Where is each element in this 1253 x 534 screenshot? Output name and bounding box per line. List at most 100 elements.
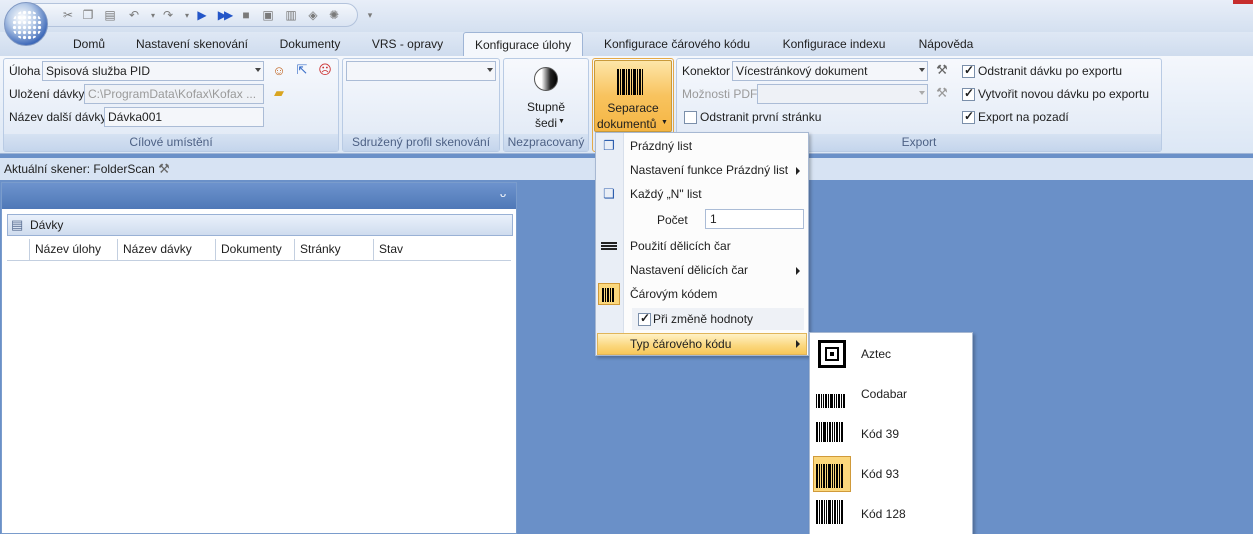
column-header-job-name[interactable]: Název úlohy [30,239,118,261]
wrench-icon[interactable]: ⚒ [933,61,951,79]
undo-dropdown-icon[interactable]: ▾ [145,7,161,23]
menu-item-patch-code-settings[interactable]: Nastavení dělicích čar [630,263,748,277]
code93-icon [816,460,850,488]
remove-batch-checkbox[interactable] [962,63,975,78]
grayscale-label-line1: Stupně [526,100,566,114]
close-button[interactable] [1233,0,1253,4]
barcode-type-code39[interactable]: Kód 39 [861,427,899,441]
codabar-icon [816,380,850,408]
tab-barcode-configuration[interactable]: Konfigurace čárového kódu [592,32,762,56]
column-header-status[interactable]: Stav [374,239,511,261]
redo-icon[interactable]: ↷ [160,7,176,23]
pin-icon[interactable]: ᴗ [500,188,506,200]
separation-label-line1: Separace [607,101,659,115]
column-header-batch-name[interactable]: Název dávky [118,239,216,261]
grayscale-button[interactable]: Stupně šedi ▼ [505,60,587,132]
scan-icon[interactable]: ▣ [260,7,276,23]
menu-item-use-patch-codes[interactable]: Použití dělicích čar [630,239,731,253]
undo-icon[interactable]: ↶ [126,7,142,23]
job-select[interactable]: Spisová služba PID [42,61,264,81]
on-value-change-checkbox[interactable] [638,311,651,326]
tab-home[interactable]: Domů [58,32,120,56]
blank-page-icon: ❐ [603,138,615,153]
app-logo-icon [12,10,42,40]
remove-first-page-checkbox[interactable] [684,111,697,124]
on-value-change-label: Při změně hodnoty [653,312,754,326]
tab-help[interactable]: Nápověda [906,32,986,56]
batch-panel-caption: ▤ Dávky [7,214,513,236]
document-separation-button[interactable]: Separace dokumentů ▼ [594,60,672,132]
barcode-type-code93[interactable]: Kód 93 [861,467,899,481]
tab-vrs[interactable]: VRS - opravy [360,32,455,56]
user-remove-icon[interactable]: ☹ [316,61,334,79]
tools-icon[interactable]: ◈ [305,7,321,23]
code39-icon [816,414,850,442]
current-scanner-label: Aktuální skener: FolderScan [4,162,155,176]
copy-icon[interactable]: ❐ [80,7,96,23]
background-export-checkbox[interactable] [962,109,975,124]
aztec-center-icon [830,352,834,356]
scanner-settings-icon[interactable]: ⚒ [155,160,173,178]
application-menu-button[interactable] [4,2,48,46]
create-new-batch-label: Vytvořit novou dávku po exportu [978,87,1149,101]
column-header-documents[interactable]: Dokumenty [216,239,295,261]
menu-item-by-barcode[interactable]: Čárovým kódem [630,287,717,301]
batches-title: Dávky [30,218,64,232]
wrench-icon[interactable]: ⚒ [933,84,951,102]
submenu-arrow-icon [796,267,800,275]
next-batch-label: Název další dávky [9,110,107,124]
connector-value: Vícestránkový dokument [736,64,868,78]
fast-forward-icon[interactable]: ▶▶ [216,7,233,23]
pdf-options-label: Možnosti PDF [682,87,758,101]
play-icon[interactable]: ▶ [194,7,210,23]
remove-first-page-label: Odstranit první stránku [700,110,822,124]
separation-label-line2: dokumentů [597,117,657,131]
batch-save-label: Uložení dávky [9,87,85,101]
document-icon[interactable]: ▥ [283,7,299,23]
paste-icon[interactable]: ▤ [102,7,118,23]
stop-icon[interactable]: ■ [238,7,254,23]
column-header-pages[interactable]: Stránky [295,239,374,261]
batch-panel: ᴗ ▤ Dávky Název úlohy Název dávky Dokume… [1,182,517,534]
barcode-type-code128[interactable]: Kód 128 [861,507,906,521]
select-pointer-icon[interactable]: ⇱ [293,61,311,79]
barcode-separation-icon [598,283,620,305]
chevron-down-icon [487,68,493,72]
user-settings-icon[interactable]: ☺ [270,61,288,79]
chevron-down-icon: ▼ [558,118,565,125]
batch-save-path-field[interactable]: C:\ProgramData\Kofax\Kofax ... [84,84,264,104]
settings-icon[interactable]: ✺ [326,7,342,23]
tab-job-configuration[interactable]: Konfigurace úlohy [463,32,583,56]
tab-documents[interactable]: Dokumenty [266,32,354,56]
remove-batch-label: Odstranit dávku po exportu [978,64,1123,78]
barcode-type-codabar[interactable]: Codabar [861,387,907,401]
tab-index-configuration[interactable]: Konfigurace indexu [772,32,896,56]
job-value: Spisová služba PID [46,64,151,78]
every-n-page-icon: ❏ [603,186,615,201]
menu-item-blank-page[interactable]: Prázdný list [630,139,692,153]
folder-open-icon[interactable]: ▰ [270,84,288,102]
pdf-options-select[interactable] [757,84,928,104]
customize-toolbar-icon[interactable]: ▾ [362,7,378,23]
tab-scan-settings[interactable]: Nastavení skenování [126,32,258,56]
batch-panel-header: ᴗ [2,183,516,209]
count-label: Počet [657,213,688,227]
group-caption: Sdružený profil skenování [343,134,499,151]
create-new-batch-checkbox[interactable] [962,86,975,101]
cut-icon[interactable]: ✂ [60,7,76,23]
connector-select[interactable]: Vícestránkový dokument [732,61,928,81]
background-export-label: Export na pozadí [978,110,1069,124]
redo-dropdown-icon[interactable]: ▾ [179,7,195,23]
group-caption: Nezpracovaný [504,134,588,151]
next-batch-field[interactable]: Dávka001 [104,107,264,127]
submenu-arrow-icon [796,340,800,348]
menu-item-every-n-page[interactable]: Každý „N" list [630,187,702,201]
barcode-type-label: Typ čárového kódu [630,337,732,351]
batches-icon: ▤ [11,217,24,232]
scan-profile-select[interactable] [346,61,496,81]
menu-item-blank-page-settings[interactable]: Nastavení funkce Prázdný list [630,163,788,177]
column-header-select[interactable] [7,239,30,261]
count-input[interactable]: 1 [705,209,804,229]
barcode-type-aztec[interactable]: Aztec [861,347,891,361]
menu-icon-strip [596,133,624,355]
